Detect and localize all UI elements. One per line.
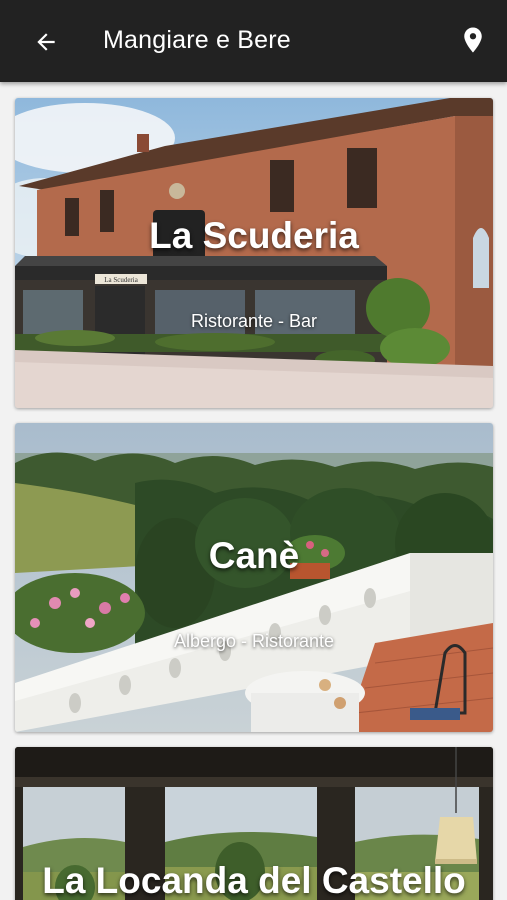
venue-category: Albergo - Ristorante: [173, 631, 335, 651]
venue-name: La Scuderia: [149, 215, 359, 256]
venue-category: Ristorante - Bar: [190, 311, 318, 331]
la-scuderia-sign: La Scuderia: [104, 276, 139, 284]
app-bar: Mangiare e Bere: [0, 0, 507, 82]
venue-name: Canè: [208, 535, 300, 576]
arrow-back-icon: [37, 33, 55, 51]
back-button[interactable]: [26, 22, 66, 62]
page-title: Mangiare e Bere: [103, 26, 291, 54]
venue-photo: [15, 423, 493, 732]
venue-card-cane[interactable]: Canè Albergo - Ristorante: [15, 423, 493, 732]
map-pin-icon: [464, 27, 482, 53]
venue-list[interactable]: La Scuderia La Scuderia Ristorante - Bar: [0, 82, 507, 900]
map-button[interactable]: [453, 20, 493, 60]
venue-card-la-locanda-del-castello[interactable]: La Locanda del Castello: [15, 747, 493, 900]
venue-name: La Locanda del Castello: [42, 860, 466, 900]
venue-card-la-scuderia[interactable]: La Scuderia La Scuderia Ristorante - Bar: [15, 98, 493, 408]
